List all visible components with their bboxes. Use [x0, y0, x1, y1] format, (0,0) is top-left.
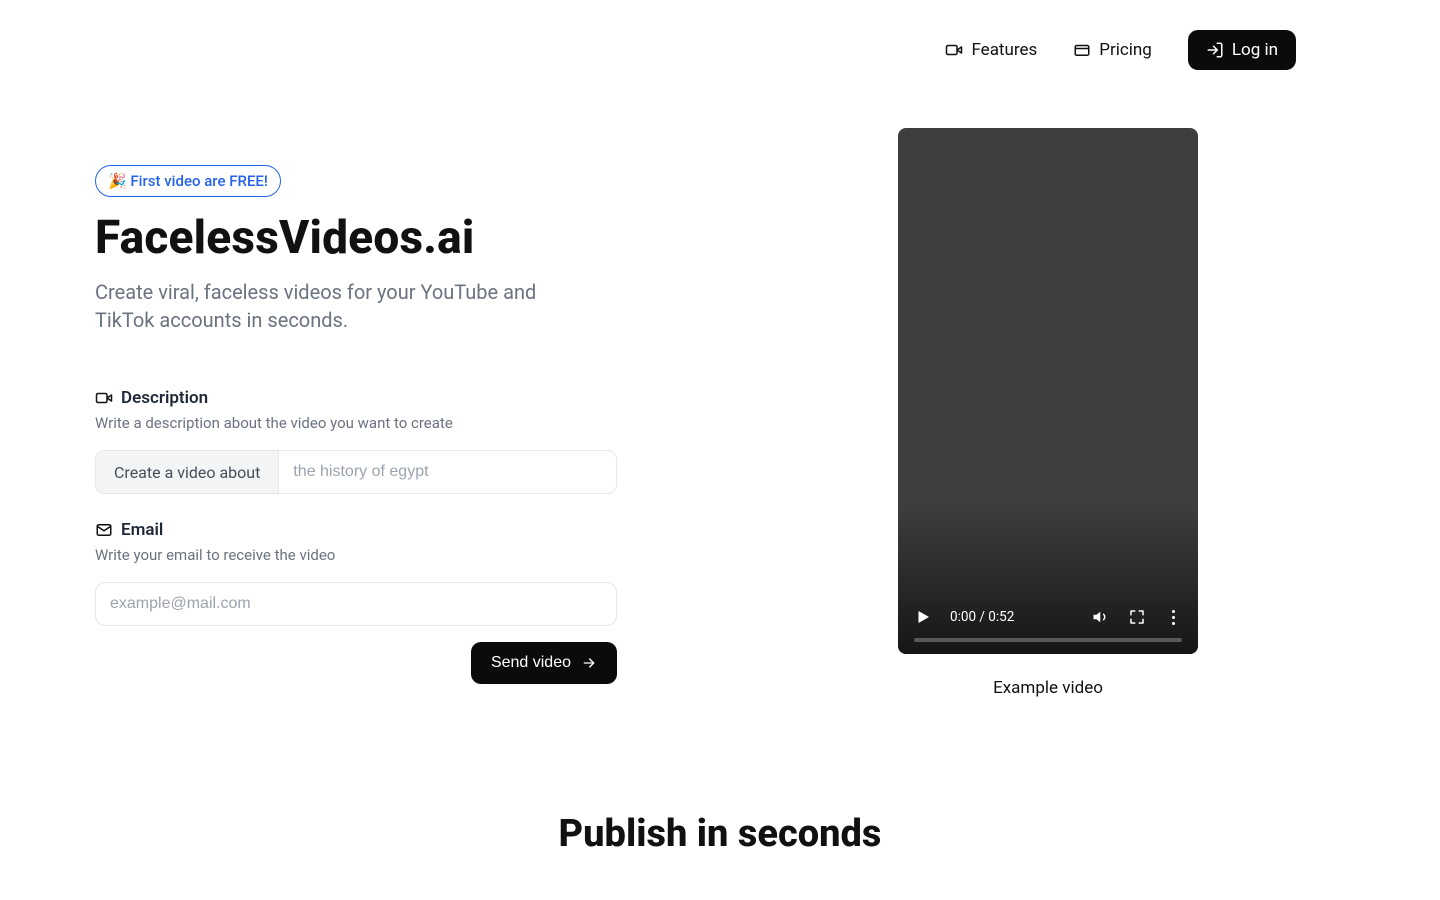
description-prefix: Create a video about [96, 451, 279, 493]
page-title: FacelessVideos.ai [95, 211, 617, 265]
arrow-right-icon [581, 655, 597, 671]
send-video-button[interactable]: Send video [471, 642, 617, 684]
login-label: Log in [1232, 40, 1278, 60]
description-help: Write a description about the video you … [95, 414, 617, 432]
create-video-form: Description Write a description about th… [95, 388, 617, 684]
player-controls: 0:00 / 0:52 [898, 594, 1198, 654]
description-label: Description [121, 388, 208, 408]
nav-features-label: Features [971, 40, 1037, 60]
send-video-label: Send video [491, 654, 571, 672]
description-input-row: Create a video about [95, 450, 617, 494]
description-field: Description Write a description about th… [95, 388, 617, 494]
hero-right: 0:00 / 0:52 Example video [898, 128, 1198, 698]
hero-left: 🎉 First video are FREE! FacelessVideos.a… [95, 165, 617, 684]
promo-badge: 🎉 First video are FREE! [95, 165, 281, 197]
player-controls-row: 0:00 / 0:52 [914, 608, 1182, 626]
more-icon[interactable] [1164, 608, 1182, 626]
video-icon [945, 41, 963, 59]
example-video-player[interactable]: 0:00 / 0:52 [898, 128, 1198, 654]
email-label: Email [121, 520, 163, 540]
volume-icon[interactable] [1092, 608, 1110, 626]
publish-heading: Publish in seconds [0, 812, 1440, 856]
form-actions: Send video [95, 642, 617, 684]
nav-features[interactable]: Features [945, 40, 1037, 60]
video-outline-icon [95, 389, 113, 407]
login-button[interactable]: Log in [1188, 30, 1296, 70]
description-input[interactable] [279, 451, 616, 493]
email-help: Write your email to receive the video [95, 546, 617, 564]
mail-icon [95, 521, 113, 539]
page-subtitle: Create viral, faceless videos for your Y… [95, 279, 555, 334]
top-nav: Features Pricing Log in [945, 30, 1296, 70]
email-input[interactable] [95, 582, 617, 626]
login-icon [1206, 41, 1224, 59]
email-label-row: Email [95, 520, 617, 540]
player-progress[interactable] [914, 638, 1182, 642]
fullscreen-icon[interactable] [1128, 608, 1146, 626]
player-time: 0:00 / 0:52 [950, 609, 1014, 625]
video-caption: Example video [898, 678, 1198, 698]
publish-section: Publish in seconds [0, 812, 1440, 856]
play-icon[interactable] [914, 608, 932, 626]
nav-pricing[interactable]: Pricing [1073, 40, 1152, 60]
email-field: Email Write your email to receive the vi… [95, 520, 617, 626]
description-label-row: Description [95, 388, 617, 408]
wallet-icon [1073, 41, 1091, 59]
nav-pricing-label: Pricing [1099, 40, 1152, 60]
